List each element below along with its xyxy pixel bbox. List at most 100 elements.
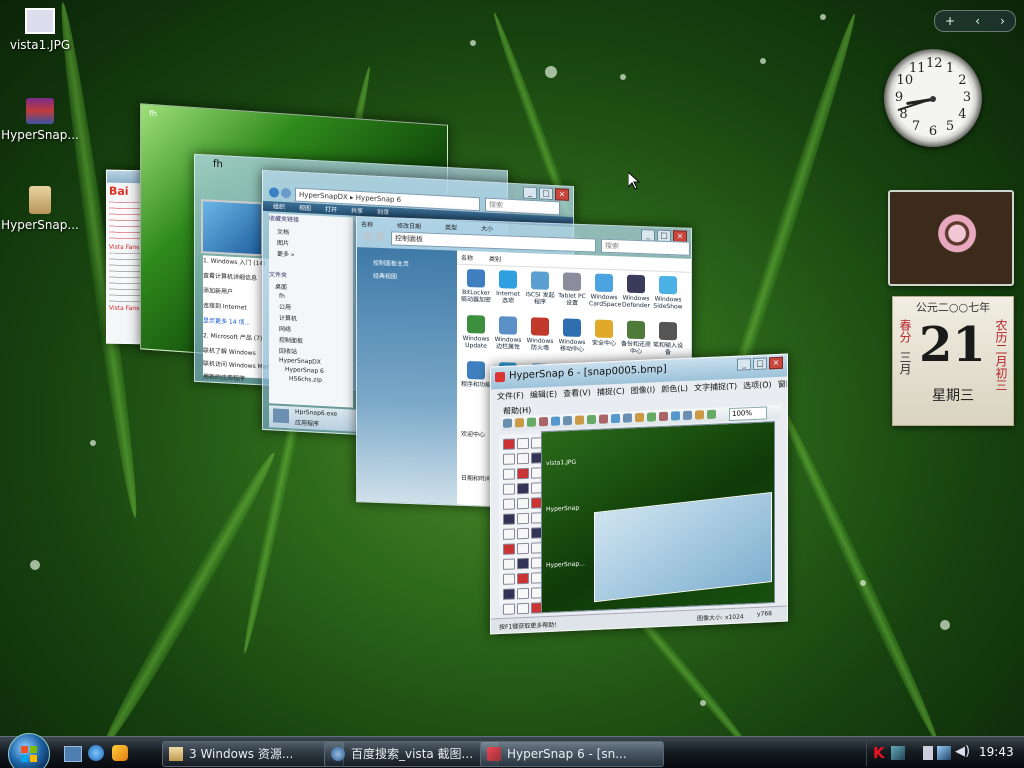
nav-heading-folders[interactable]: 文件夹 bbox=[269, 269, 353, 282]
forward-icon[interactable] bbox=[281, 187, 291, 199]
column-type[interactable]: 类型 bbox=[445, 222, 457, 231]
maximize-button[interactable]: □ bbox=[539, 187, 553, 201]
menu-text-capture[interactable]: 文字捕捉(T) bbox=[694, 381, 737, 394]
drawing-tool-icon[interactable] bbox=[517, 452, 529, 465]
header-name[interactable]: 名称 bbox=[461, 253, 473, 262]
drawing-tool-icon[interactable] bbox=[517, 527, 529, 540]
cp-item[interactable]: iSCSI 发起程序 bbox=[525, 271, 555, 306]
drawing-tool-icon[interactable] bbox=[503, 438, 515, 450]
back-icon[interactable] bbox=[363, 231, 373, 242]
slideshow-gadget[interactable] bbox=[888, 190, 1014, 286]
drawing-tool-icon[interactable] bbox=[503, 573, 515, 585]
drawing-tool-icon[interactable] bbox=[517, 497, 529, 510]
column-name[interactable]: 名称 bbox=[361, 219, 373, 228]
taskbar-button-hypersnap[interactable]: HyperSnap 6 - [sn... bbox=[480, 741, 664, 767]
calendar-gadget[interactable]: 公元二○○七年 春分 三月 21 农历二月初三 星期三 bbox=[892, 296, 1014, 426]
desktop-icon-hypersnap-archive[interactable]: HyperSnap... bbox=[0, 98, 80, 142]
drawing-tool-icon[interactable] bbox=[503, 558, 515, 570]
back-icon[interactable] bbox=[269, 187, 279, 198]
tray-device-icon[interactable] bbox=[923, 746, 933, 760]
toolbar-tool-icon[interactable] bbox=[575, 415, 584, 425]
toolbar-tool-icon[interactable] bbox=[695, 410, 704, 420]
drawing-tool-icon[interactable] bbox=[503, 543, 515, 555]
quicklaunch-show-desktop-icon[interactable] bbox=[64, 746, 82, 762]
cp-item[interactable]: Windows 移动中心 bbox=[557, 318, 587, 353]
minimize-button[interactable]: _ bbox=[523, 186, 537, 200]
cp-item-date-time[interactable]: 日期和时间 bbox=[461, 473, 491, 483]
toolbar-tool-icon[interactable] bbox=[611, 413, 620, 424]
window-hypersnap[interactable]: HyperSnap 6 - [snap0005.bmp] _ □ × 文件(F)… bbox=[490, 353, 788, 635]
column-modified[interactable]: 修改日期 bbox=[397, 221, 421, 231]
tray-app-icon[interactable] bbox=[891, 746, 905, 760]
volume-icon[interactable]: ◀) bbox=[955, 744, 970, 759]
drawing-tool-icon[interactable] bbox=[503, 513, 515, 525]
menu-window[interactable]: 窗口(W) bbox=[778, 378, 788, 390]
quicklaunch-ie-icon[interactable] bbox=[88, 745, 104, 761]
desktop-icon-hypersnap-folder[interactable]: HyperSnap... bbox=[0, 186, 80, 232]
toolbar-tool-icon[interactable] bbox=[707, 409, 716, 420]
toolbar-tool-icon[interactable] bbox=[539, 416, 548, 427]
cp-item[interactable]: 安全中心 bbox=[589, 319, 619, 347]
cp-item[interactable]: Windows Defender bbox=[621, 274, 651, 309]
menu-colors[interactable]: 颜色(L) bbox=[661, 383, 688, 395]
cp-item[interactable]: Windows SideShow bbox=[653, 275, 683, 311]
cp-item[interactable]: 笔和输入设备 bbox=[653, 321, 683, 357]
toolbar-tool-icon[interactable] bbox=[659, 411, 668, 422]
drawing-tool-icon[interactable] bbox=[503, 483, 515, 495]
drawing-tool-icon[interactable] bbox=[517, 572, 529, 585]
toolbar-views[interactable]: 视图 bbox=[299, 203, 311, 214]
next-gadget-button[interactable]: › bbox=[1000, 14, 1005, 28]
taskbar-button-explorer-group[interactable]: 3 Windows 资源... ▼ bbox=[162, 741, 344, 767]
taskbar-button-baidu[interactable]: 百度搜索_vista 截图... bbox=[324, 741, 498, 767]
cp-item[interactable]: Windows Update bbox=[461, 315, 491, 350]
drawing-tool-icon[interactable] bbox=[503, 468, 515, 480]
network-icon[interactable] bbox=[937, 746, 951, 760]
toolbar-tool-icon[interactable] bbox=[671, 411, 680, 421]
drawing-tool-icon[interactable] bbox=[517, 467, 529, 480]
drawing-tool-icon[interactable] bbox=[517, 512, 529, 525]
cp-item[interactable]: 程序和功能 bbox=[461, 361, 491, 389]
close-button[interactable]: × bbox=[769, 356, 783, 370]
toolbar-burn[interactable]: 刻录 bbox=[377, 207, 389, 218]
forward-icon[interactable] bbox=[375, 231, 385, 243]
taskbar-clock[interactable]: 19:43 bbox=[979, 745, 1014, 759]
capture-canvas[interactable]: vista1.JPG HyperSnap HyperSnap... bbox=[541, 421, 775, 614]
quicklaunch-messenger-icon[interactable] bbox=[112, 745, 128, 761]
cp-item[interactable]: BitLocker 驱动器加密 bbox=[461, 269, 491, 304]
toolbar-tool-icon[interactable] bbox=[563, 415, 572, 426]
drawing-tool-icon[interactable] bbox=[503, 528, 515, 540]
nav-item-more[interactable]: 更多 » bbox=[269, 248, 353, 261]
drawing-tool-icon[interactable] bbox=[503, 498, 515, 510]
close-button[interactable]: × bbox=[555, 188, 569, 201]
drawing-tool-icon[interactable] bbox=[517, 542, 529, 555]
cp-item[interactable]: Tablet PC 设置 bbox=[557, 272, 587, 307]
cp-item[interactable]: Windows CardSpace bbox=[589, 273, 621, 308]
maximize-button[interactable]: □ bbox=[753, 357, 767, 371]
drawing-tool-icon[interactable] bbox=[503, 453, 515, 465]
toolbar-tool-icon[interactable] bbox=[551, 416, 560, 426]
search-box[interactable]: 搜索 bbox=[601, 238, 690, 256]
toolbar-tool-icon[interactable] bbox=[587, 414, 596, 425]
toolbar-share[interactable]: 共享 bbox=[351, 205, 363, 216]
drawing-tool-icon[interactable] bbox=[517, 602, 529, 615]
drawing-tool-icon[interactable] bbox=[517, 437, 529, 450]
menu-options[interactable]: 选项(O) bbox=[743, 379, 772, 391]
minimize-button[interactable]: _ bbox=[737, 358, 751, 371]
menu-capture[interactable]: 捕捉(C) bbox=[597, 386, 625, 398]
toolbar-open[interactable]: 打开 bbox=[325, 204, 337, 215]
previous-gadget-button[interactable]: ‹ bbox=[975, 14, 980, 28]
drawing-tool-icon[interactable] bbox=[517, 587, 529, 600]
drawing-tool-icon[interactable] bbox=[517, 482, 529, 495]
drawing-tool-icon[interactable] bbox=[503, 603, 515, 615]
zoom-select[interactable]: 100% bbox=[729, 406, 767, 422]
column-size[interactable]: 大小 bbox=[481, 224, 493, 233]
cp-item-welcome-center[interactable]: 欢迎中心 bbox=[461, 429, 485, 439]
start-button[interactable] bbox=[8, 733, 50, 768]
cp-item[interactable]: Internet 选项 bbox=[493, 270, 523, 305]
drawing-tool-icon[interactable] bbox=[503, 588, 515, 600]
add-gadget-button[interactable]: + bbox=[945, 14, 955, 28]
toolbar-tool-icon[interactable] bbox=[647, 412, 656, 422]
toolbar-tool-icon[interactable] bbox=[515, 418, 524, 428]
clock-gadget[interactable]: 12 1 2 3 4 5 6 7 8 9 10 11 bbox=[884, 49, 982, 147]
toolbar-tool-icon[interactable] bbox=[623, 413, 632, 423]
